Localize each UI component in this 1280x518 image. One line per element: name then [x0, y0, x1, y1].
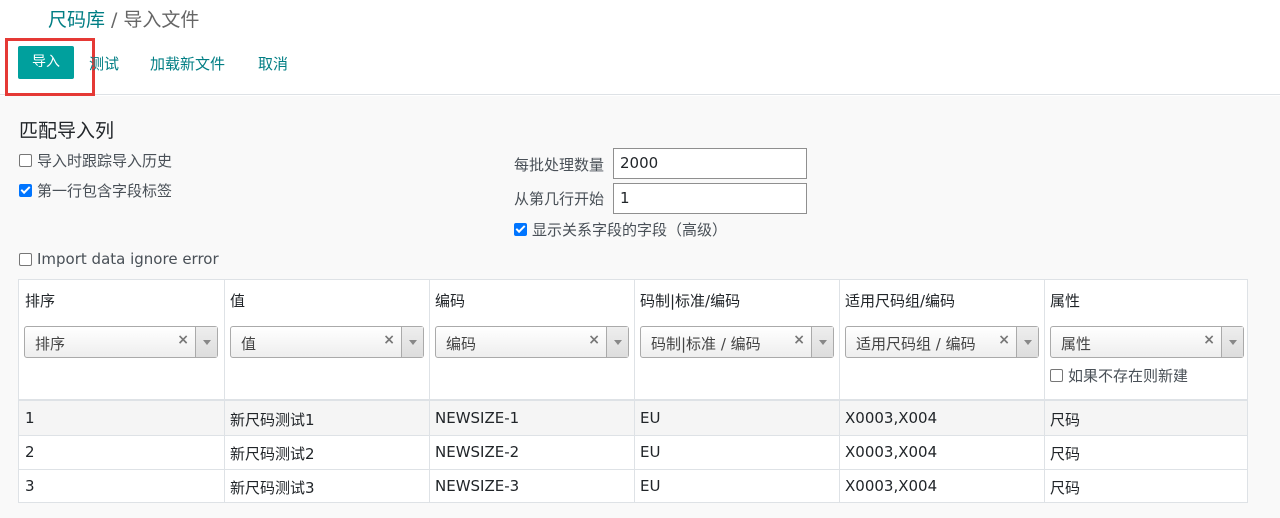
- breadcrumb-parent-link[interactable]: 尺码库: [48, 9, 105, 31]
- clear-icon[interactable]: ×: [383, 332, 395, 348]
- clear-icon[interactable]: ×: [793, 332, 805, 348]
- chevron-down-icon[interactable]: [1221, 327, 1243, 357]
- chevron-down-icon[interactable]: [606, 327, 628, 357]
- clear-icon[interactable]: ×: [1203, 332, 1215, 348]
- highlight-annotation: [5, 38, 95, 96]
- create-if-missing-checkbox[interactable]: [1050, 369, 1063, 382]
- field-mapping-value: 排序: [35, 335, 66, 353]
- table-cell: NEWSIZE-2: [435, 443, 520, 461]
- create-if-missing-label: 如果不存在则新建: [1068, 367, 1189, 385]
- batch-size-input[interactable]: 2000: [613, 148, 807, 179]
- ignore-error-checkbox[interactable]: [19, 252, 32, 266]
- column-header: 排序: [25, 292, 56, 310]
- column-header: 编码: [435, 292, 466, 310]
- column-header: 属性: [1050, 292, 1081, 310]
- clear-icon[interactable]: ×: [998, 332, 1010, 348]
- table-cell: EU: [640, 477, 661, 495]
- breadcrumb-separator: /: [111, 9, 118, 31]
- cancel-button[interactable]: 取消: [258, 53, 288, 74]
- first-row-headers-option[interactable]: 第一行包含字段标签: [19, 180, 172, 201]
- table-cell: X0003,X004: [845, 409, 938, 427]
- table-cell: EU: [640, 443, 661, 461]
- create-if-missing-option[interactable]: 如果不存在则新建: [1050, 365, 1188, 386]
- field-mapping-select[interactable]: 属性 ×: [1050, 326, 1244, 358]
- field-mapping-select[interactable]: 适用尺码组 / 编码 ×: [845, 326, 1039, 358]
- column-header: 码制|标准/编码: [640, 292, 741, 310]
- field-mapping-value: 编码: [446, 335, 477, 353]
- table-column: 排序 排序 × 1 2 3: [19, 280, 224, 502]
- import-preview-table: 排序 排序 × 1 2 3 值 值 × 新尺码测试1 新尺码测试2 新尺码测试3…: [18, 279, 1248, 503]
- column-header: 值: [230, 292, 246, 310]
- column-header: 适用尺码组/编码: [845, 292, 956, 310]
- track-history-option[interactable]: 导入时跟踪导入历史: [19, 150, 172, 171]
- first-row-headers-checkbox[interactable]: [19, 184, 32, 197]
- track-history-label: 导入时跟踪导入历史: [37, 152, 173, 170]
- ignore-error-option[interactable]: Import data ignore error: [19, 250, 219, 268]
- table-cell: 尺码: [1050, 445, 1081, 463]
- field-mapping-value: 码制|标准 / 编码: [651, 335, 761, 353]
- test-button[interactable]: 测试: [89, 53, 119, 74]
- field-mapping-value: 属性: [1061, 335, 1092, 353]
- table-cell: 3: [25, 477, 35, 495]
- breadcrumb: 尺码库 / 导入文件: [48, 5, 199, 32]
- load-new-file-button[interactable]: 加载新文件: [150, 53, 225, 74]
- table-cell: X0003,X004: [845, 443, 938, 461]
- table-cell: 1: [25, 409, 35, 427]
- table-cell: NEWSIZE-1: [435, 409, 520, 427]
- table-cell: NEWSIZE-3: [435, 477, 520, 495]
- first-row-headers-label: 第一行包含字段标签: [37, 182, 173, 200]
- clear-icon[interactable]: ×: [177, 332, 189, 348]
- table-column: 码制|标准/编码 码制|标准 / 编码 × EU EU EU: [634, 280, 839, 502]
- table-column: 适用尺码组/编码 适用尺码组 / 编码 × X0003,X004 X0003,X…: [839, 280, 1044, 502]
- track-history-checkbox[interactable]: [19, 154, 32, 167]
- start-row-input[interactable]: 1: [613, 183, 807, 214]
- show-relational-checkbox[interactable]: [514, 223, 527, 236]
- show-relational-option[interactable]: 显示关系字段的字段（高级）: [514, 219, 727, 240]
- start-row-label: 从第几行开始: [514, 190, 605, 208]
- field-mapping-select[interactable]: 排序 ×: [24, 326, 218, 358]
- field-mapping-select[interactable]: 值 ×: [230, 326, 424, 358]
- import-content: 匹配导入列 导入时跟踪导入历史 第一行包含字段标签 每批处理数量 2000 从第…: [0, 96, 1280, 518]
- field-mapping-value: 适用尺码组 / 编码: [856, 335, 976, 353]
- batch-size-label: 每批处理数量: [514, 156, 605, 174]
- table-cell: 新尺码测试1: [230, 411, 315, 429]
- table-column: 属性 属性 × 如果不存在则新建 尺码 尺码 尺码: [1044, 280, 1247, 502]
- table-cell: 新尺码测试2: [230, 445, 315, 463]
- chevron-down-icon[interactable]: [1016, 327, 1038, 357]
- field-mapping-select[interactable]: 码制|标准 / 编码 ×: [640, 326, 834, 358]
- table-cell: X0003,X004: [845, 477, 938, 495]
- table-column: 编码 编码 × NEWSIZE-1 NEWSIZE-2 NEWSIZE-3: [429, 280, 634, 502]
- field-mapping-select[interactable]: 编码 ×: [435, 326, 629, 358]
- chevron-down-icon[interactable]: [401, 327, 423, 357]
- breadcrumb-current: 导入文件: [123, 9, 200, 31]
- table-cell: 尺码: [1050, 479, 1081, 497]
- table-cell: 2: [25, 443, 35, 461]
- clear-icon[interactable]: ×: [588, 332, 600, 348]
- table-cell: EU: [640, 409, 661, 427]
- chevron-down-icon[interactable]: [195, 327, 217, 357]
- field-mapping-value: 值: [241, 335, 257, 353]
- table-cell: 新尺码测试3: [230, 479, 315, 497]
- table-cell: 尺码: [1050, 411, 1081, 429]
- ignore-error-label: Import data ignore error: [37, 250, 219, 268]
- chevron-down-icon[interactable]: [811, 327, 833, 357]
- show-relational-label: 显示关系字段的字段（高级）: [532, 221, 728, 239]
- control-panel: 尺码库 / 导入文件 导入 测试 加载新文件 取消: [0, 0, 1280, 96]
- table-column: 值 值 × 新尺码测试1 新尺码测试2 新尺码测试3: [224, 280, 429, 502]
- section-title: 匹配导入列: [19, 120, 115, 142]
